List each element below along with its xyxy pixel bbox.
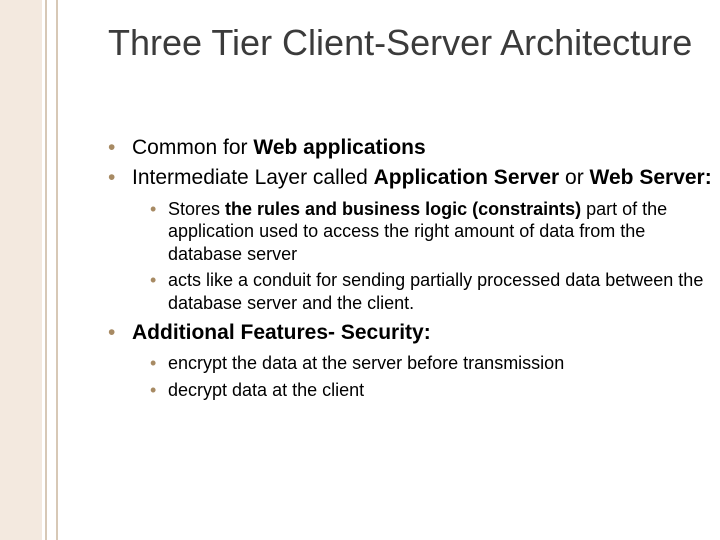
sub-bullet-rules: Stores the rules and business logic (con… <box>150 198 720 266</box>
slide: Three Tier Client-Server Architecture Co… <box>0 0 720 540</box>
text-bold: Additional Features- Security: <box>132 321 431 344</box>
slide-title: Three Tier Client-Server Architecture <box>108 22 692 63</box>
sub-bullet-conduit: acts like a conduit for sending partiall… <box>150 269 720 314</box>
text: acts like a conduit for sending partiall… <box>168 270 703 313</box>
left-rule-gap <box>47 0 56 540</box>
text: decrypt data at the client <box>168 380 364 400</box>
bullet-security: Additional Features- Security: encrypt t… <box>108 320 720 401</box>
text: encrypt the data at the server before tr… <box>168 353 564 373</box>
left-accent-bar <box>0 0 42 540</box>
text: Common for <box>132 136 253 159</box>
text: Intermediate Layer called <box>132 166 374 189</box>
sub-bullet-decrypt: decrypt data at the client <box>150 379 720 402</box>
text: or <box>559 166 589 189</box>
sub-bullet-encrypt: encrypt the data at the server before tr… <box>150 352 720 375</box>
bullet-web-apps: Common for Web applications <box>108 135 720 161</box>
text: Stores <box>168 199 225 219</box>
text-bold: the rules and business logic (constraint… <box>225 199 581 219</box>
text-bold: Web applications <box>253 136 425 159</box>
bullet-intermediate-layer: Intermediate Layer called Application Se… <box>108 165 720 314</box>
slide-body: Common for Web applications Intermediate… <box>108 135 720 407</box>
text-bold: Application Server <box>374 166 560 189</box>
text-bold: Web Server: <box>590 166 712 189</box>
left-rule-inner <box>56 0 58 540</box>
